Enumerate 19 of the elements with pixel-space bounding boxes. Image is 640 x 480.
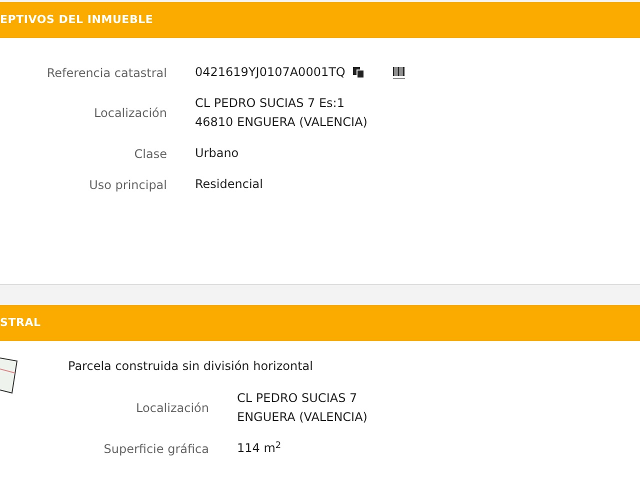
- field-label: Localización: [93, 105, 167, 122]
- field-label: Uso principal: [88, 176, 167, 194]
- section-header: STRAL: [0, 305, 640, 341]
- field-value: Residencial: [195, 176, 263, 193]
- field-label: Superficie gráfica: [102, 440, 209, 458]
- section-header: EPTIVOS DEL INMUEBLE: [0, 2, 640, 38]
- parcel-type: Parcela construida sin división horizontal: [68, 358, 314, 375]
- field-label: Localización: [135, 400, 209, 417]
- field-value: CL PEDRO SUCIAS 7 Es:1: [195, 95, 346, 112]
- barcode-icon[interactable]: [392, 66, 406, 80]
- field-value: Urbano: [195, 145, 239, 162]
- field-value: 0421619YJ0107A0001TQ: [195, 64, 346, 81]
- field-label: Referencia catastral: [46, 64, 167, 82]
- field-value: 114 m$^{2}$: [237, 440, 282, 457]
- field-value: 46810 ENGUERA (VALENCIA): [195, 114, 368, 131]
- copy-icon[interactable]: [353, 67, 364, 78]
- field-value: ENGUERA (VALENCIA): [237, 409, 368, 426]
- field-label: Clase: [133, 146, 167, 162]
- field-value: CL PEDRO SUCIAS 7: [237, 390, 358, 407]
